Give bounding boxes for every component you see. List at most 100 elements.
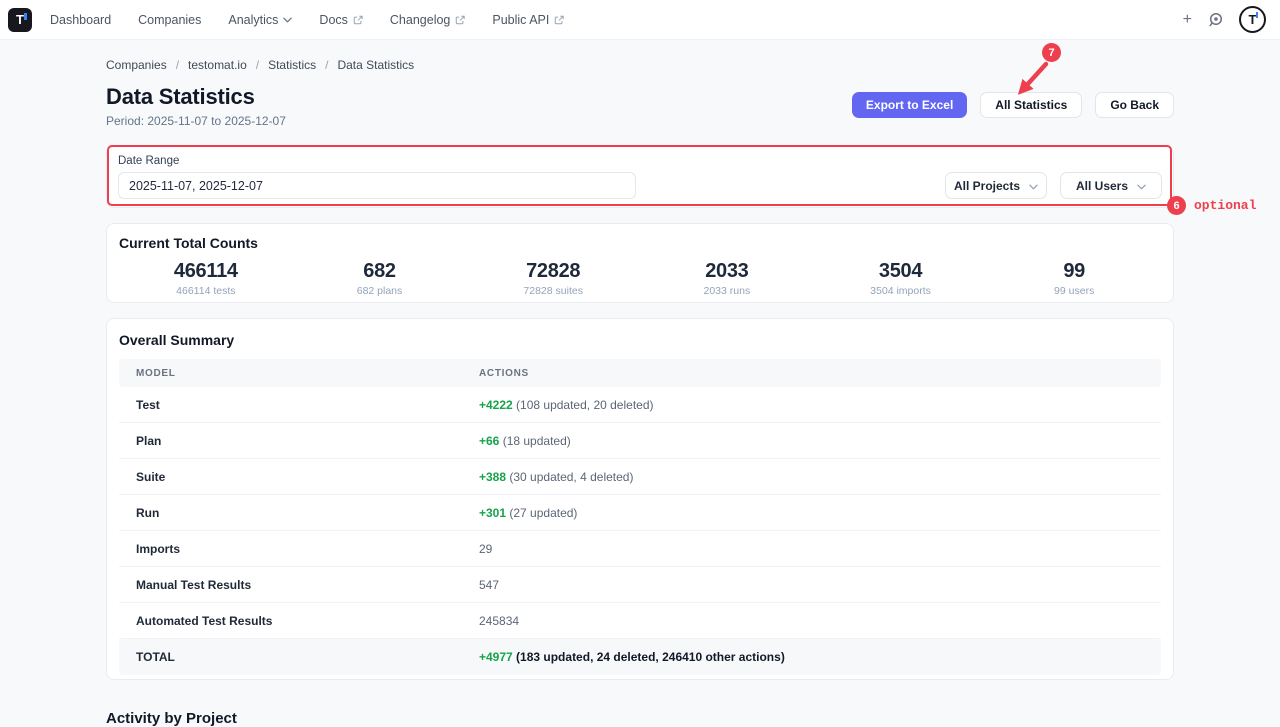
breadcrumb: Companies / testomat.io / Statistics / D…	[106, 58, 1174, 72]
nav-docs[interactable]: Docs	[319, 13, 362, 27]
date-range-label: Date Range	[118, 155, 636, 167]
overall-summary-card: Overall Summary MODEL ACTIONS Test +4222…	[106, 318, 1174, 680]
avatar-accent	[1256, 12, 1259, 18]
nav-public-api[interactable]: Public API	[492, 13, 564, 27]
page-period: Period: 2025-11-07 to 2025-12-07	[106, 114, 286, 128]
nav-links: Dashboard Companies Analytics Docs Chang…	[50, 13, 564, 27]
table-row: Run +301 (27 updated)	[119, 495, 1161, 531]
avatar[interactable]: T	[1239, 6, 1266, 33]
action-detail: (18 updated)	[503, 434, 571, 448]
nav-companies[interactable]: Companies	[138, 13, 201, 27]
action-detail: (183 updated, 24 deleted, 246410 other a…	[516, 650, 785, 664]
current-total-counts-card: Current Total Counts 466114 466114 tests…	[106, 223, 1174, 303]
action-detail: (27 updated)	[509, 506, 577, 520]
counts-card-title: Current Total Counts	[119, 235, 1161, 251]
table-row: Plan +66 (18 updated)	[119, 423, 1161, 459]
annotation-optional-label: optional	[1194, 198, 1256, 213]
row-model: Suite	[119, 470, 479, 484]
table-row-total: TOTAL +4977 (183 updated, 24 deleted, 24…	[119, 639, 1161, 675]
stat-runs: 2033 2033 runs	[640, 260, 814, 297]
projects-dropdown[interactable]: All Projects	[945, 172, 1047, 199]
nav-public-api-label: Public API	[492, 13, 549, 27]
chevron-down-icon	[1029, 179, 1038, 193]
row-model: Manual Test Results	[119, 578, 479, 592]
row-actions: 245834	[479, 614, 519, 628]
nav-dashboard[interactable]: Dashboard	[50, 13, 111, 27]
filter-card: Date Range All Projects All Users	[106, 146, 1174, 208]
table-row: Test +4222 (108 updated, 20 deleted)	[119, 387, 1161, 423]
nav-companies-label: Companies	[138, 13, 201, 27]
support-icon[interactable]	[1207, 11, 1224, 28]
breadcrumb-separator: /	[325, 58, 328, 72]
added-count: +301	[479, 506, 506, 520]
breadcrumb-separator: /	[256, 58, 259, 72]
external-link-icon	[353, 15, 363, 25]
stats-row: 466114 466114 tests 682 682 plans 72828 …	[119, 260, 1161, 297]
nav-changelog-label: Changelog	[390, 13, 450, 27]
go-back-button[interactable]: Go Back	[1095, 92, 1174, 118]
plain-count: 29	[479, 542, 492, 556]
all-statistics-button[interactable]: All Statistics	[980, 92, 1082, 118]
chevron-down-icon	[1137, 179, 1146, 193]
breadcrumb-separator: /	[176, 58, 179, 72]
users-dropdown[interactable]: All Users	[1060, 172, 1162, 199]
nav-dashboard-label: Dashboard	[50, 13, 111, 27]
plus-icon[interactable]: +	[1183, 12, 1192, 28]
added-count: +4977	[479, 650, 513, 664]
summary-table: MODEL ACTIONS Test +4222 (108 updated, 2…	[119, 359, 1161, 675]
stat-value: 466114	[119, 260, 293, 282]
row-model: Imports	[119, 542, 479, 556]
nav-docs-label: Docs	[319, 13, 347, 27]
table-row: Automated Test Results 245834	[119, 603, 1161, 639]
breadcrumb-statistics[interactable]: Statistics	[268, 58, 316, 72]
external-link-icon	[554, 15, 564, 25]
stat-imports: 3504 3504 imports	[814, 260, 988, 297]
external-link-icon	[455, 15, 465, 25]
stat-tests: 466114 466114 tests	[119, 260, 293, 297]
row-actions: +388 (30 updated, 4 deleted)	[479, 470, 633, 484]
testomat-logo[interactable]: T	[8, 8, 32, 32]
stat-label: 72828 suites	[466, 285, 640, 297]
table-row: Manual Test Results 547	[119, 567, 1161, 603]
top-navbar: T Dashboard Companies Analytics Docs Cha…	[0, 0, 1280, 40]
date-range-block: Date Range	[118, 155, 636, 199]
row-model: Test	[119, 398, 479, 412]
nav-changelog[interactable]: Changelog	[390, 13, 465, 27]
stat-users: 99 99 users	[987, 260, 1161, 297]
row-actions: 29	[479, 542, 492, 556]
row-model: TOTAL	[119, 650, 479, 664]
page-header: Data Statistics Period: 2025-11-07 to 20…	[106, 84, 1174, 128]
stat-label: 99 users	[987, 285, 1161, 297]
row-actions: +66 (18 updated)	[479, 434, 571, 448]
logo-letter: T	[16, 13, 24, 26]
table-header-row: MODEL ACTIONS	[119, 359, 1161, 387]
page-title: Data Statistics	[106, 84, 286, 110]
row-model: Run	[119, 506, 479, 520]
table-row: Suite +388 (30 updated, 4 deleted)	[119, 459, 1161, 495]
stat-value: 72828	[466, 260, 640, 282]
added-count: +388	[479, 470, 506, 484]
nav-analytics[interactable]: Analytics	[228, 13, 292, 27]
added-count: +4222	[479, 398, 513, 412]
stat-value: 99	[987, 260, 1161, 282]
stat-label: 682 plans	[293, 285, 467, 297]
breadcrumb-companies[interactable]: Companies	[106, 58, 167, 72]
action-detail: (30 updated, 4 deleted)	[509, 470, 633, 484]
breadcrumb-company[interactable]: testomat.io	[188, 58, 247, 72]
users-dropdown-label: All Users	[1076, 179, 1128, 193]
plain-count: 547	[479, 578, 499, 592]
stat-value: 3504	[814, 260, 988, 282]
table-row: Imports 29	[119, 531, 1161, 567]
row-actions: +4222 (108 updated, 20 deleted)	[479, 398, 654, 412]
row-actions: +301 (27 updated)	[479, 506, 577, 520]
column-header-model: MODEL	[119, 368, 479, 379]
summary-card-title: Overall Summary	[119, 332, 1161, 348]
nav-right: + T	[1183, 6, 1266, 33]
stat-label: 2033 runs	[640, 285, 814, 297]
date-range-input[interactable]	[118, 172, 636, 199]
plain-count: 245834	[479, 614, 519, 628]
breadcrumb-current: Data Statistics	[337, 58, 414, 72]
stat-plans: 682 682 plans	[293, 260, 467, 297]
nav-analytics-label: Analytics	[228, 13, 278, 27]
export-to-excel-button[interactable]: Export to Excel	[852, 92, 967, 118]
